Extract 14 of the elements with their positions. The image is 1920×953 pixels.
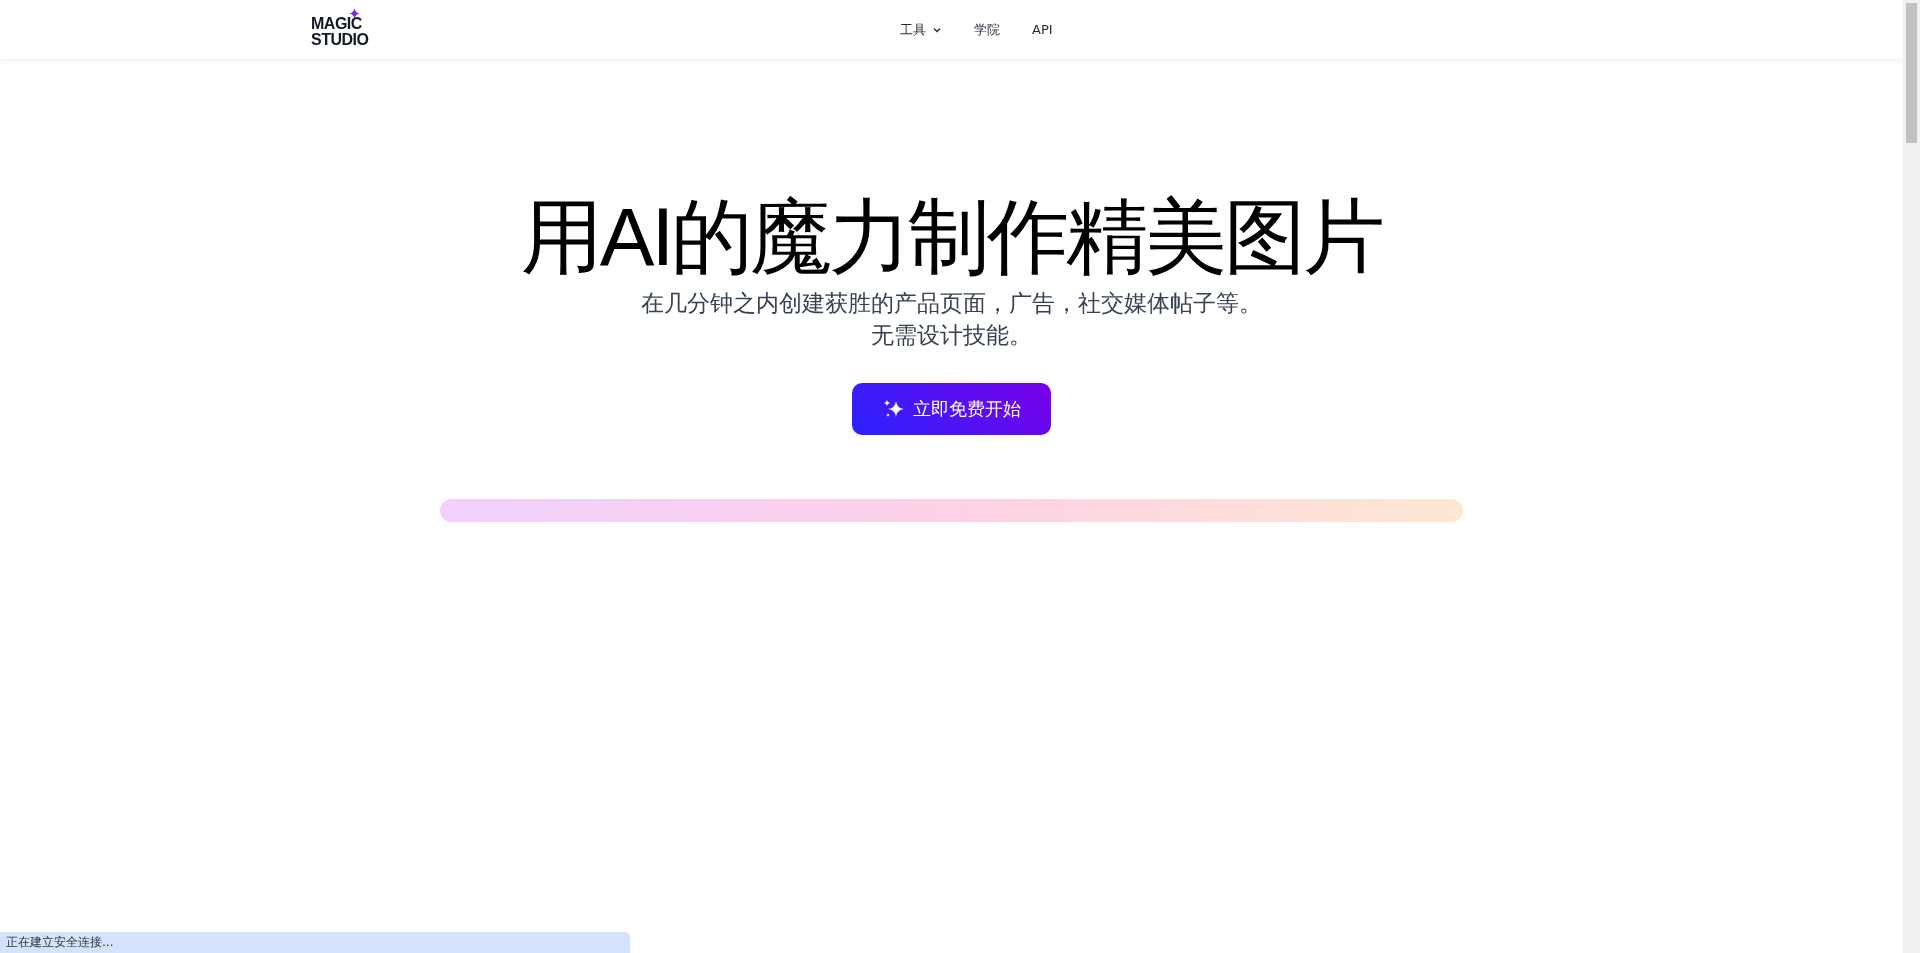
sparkle-icon (349, 7, 360, 19)
scrollbar-thumb[interactable] (1906, 3, 1917, 143)
nav-link[interactable]: 工具 (900, 20, 942, 39)
hero-title: 用AI的魔力制作精美图片 (520, 190, 1383, 284)
hero-subtitle: 在几分钟之内创建获胜的产品页面，广告，社交媒体帖子等。 (641, 289, 1262, 318)
logo-text: STUDIO (311, 31, 369, 48)
start-button[interactable]: 立即免费开始 (852, 383, 1051, 435)
status-bar: 正在建立安全连接... (0, 932, 630, 953)
scrollbar[interactable] (1903, 0, 1920, 953)
nav-link[interactable]: 学院 (974, 20, 1000, 39)
hero-subtitle: 无需设计技能。 (871, 321, 1032, 350)
logo-text: MAGIC (311, 15, 363, 32)
logo[interactable]: MAGIC STUDIO (311, 7, 369, 48)
nav-link[interactable]: API (1032, 22, 1053, 37)
